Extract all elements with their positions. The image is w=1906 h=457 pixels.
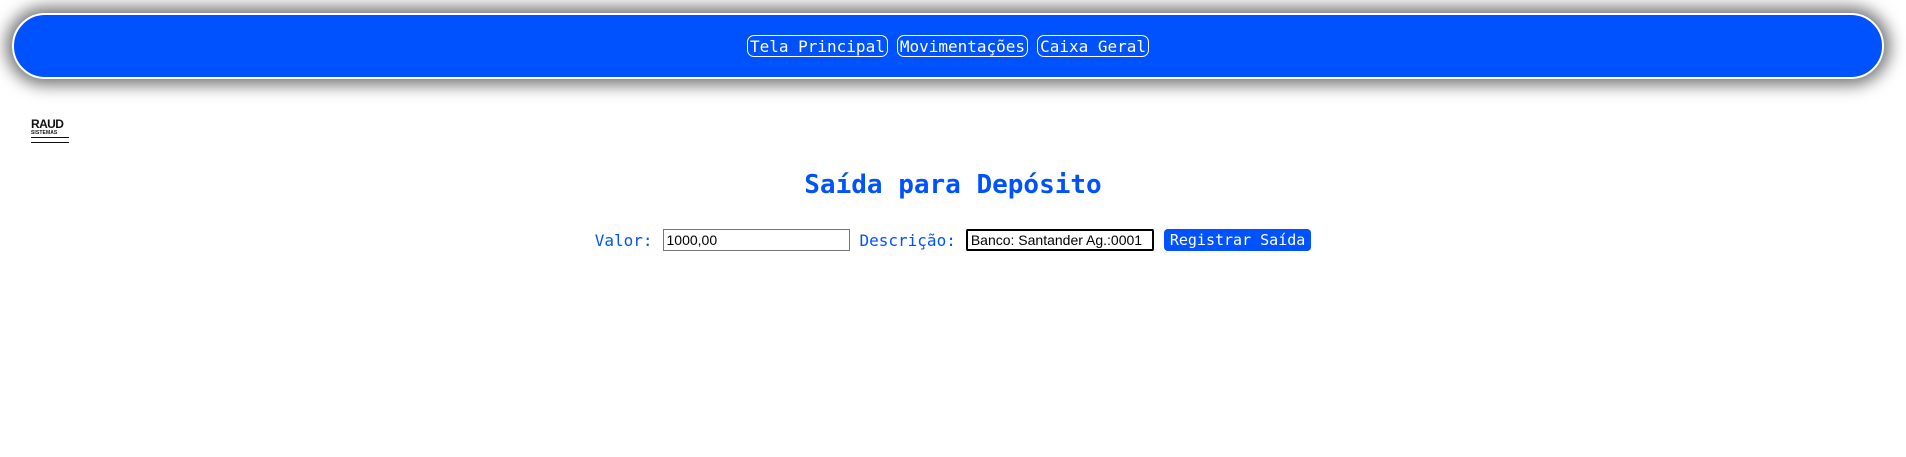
- nav-movimentacoes-button[interactable]: Movimentações: [896, 35, 1029, 57]
- nav-caixa-geral-button[interactable]: Caixa Geral: [1037, 35, 1150, 57]
- deposit-withdrawal-form: Valor: Descrição: Registrar Saída: [0, 228, 1906, 252]
- descricao-input[interactable]: [965, 229, 1154, 251]
- logo-underline-decoration: [31, 137, 69, 143]
- valor-input[interactable]: [662, 229, 850, 251]
- logo-subtitle: SISTEMAS: [31, 130, 58, 136]
- valor-label: Valor:: [594, 230, 653, 250]
- descricao-label: Descrição:: [859, 230, 956, 250]
- logo-wordmark: RAUD: [31, 117, 64, 131]
- top-navigation-bar: Tela Principal Movimentações Caixa Geral: [12, 13, 1884, 79]
- page-title: Saída para Depósito: [804, 170, 1102, 200]
- registrar-saida-button[interactable]: Registrar Saída: [1163, 229, 1312, 251]
- nav-tela-principal-button[interactable]: Tela Principal: [746, 35, 888, 57]
- raud-sistemas-logo: RAUD SISTEMAS: [31, 118, 71, 145]
